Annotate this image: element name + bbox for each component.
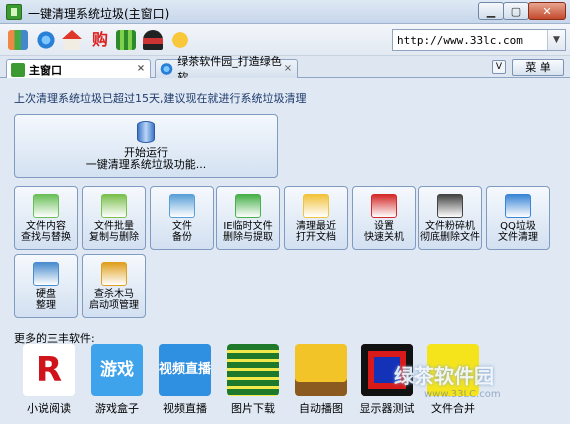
software-game-box[interactable]: 游戏 游戏盒子 bbox=[82, 344, 152, 422]
tool-button-document-copy[interactable]: 文件批量 复制与删除 bbox=[82, 186, 146, 250]
tool-label: 文件批量 bbox=[94, 221, 134, 232]
tab-bar: 主窗口 × 绿茶软件园_打造绿色软... × V 菜 单 bbox=[0, 55, 570, 84]
document-copy-icon bbox=[101, 194, 127, 218]
tool-sublabel: 删除与提取 bbox=[223, 232, 273, 243]
tool-sublabel: 整理 bbox=[36, 300, 56, 311]
main-panel: 上次清理系统垃圾已超过15天,建议现在就进行系统垃圾清理 开始运行 一键清理系统… bbox=[0, 78, 570, 424]
image-download-icon bbox=[227, 344, 279, 396]
software-label: 自动播图 bbox=[299, 402, 343, 415]
watermark-url: www.33LC.com bbox=[424, 389, 501, 400]
tool-sublabel: 启动项管理 bbox=[89, 300, 139, 311]
tool-button-harddisk[interactable]: 硬盘 整理 bbox=[14, 254, 78, 318]
tool-sublabel: 彻底删除文件 bbox=[420, 232, 480, 243]
qq-icon bbox=[505, 194, 531, 218]
tab-main-window[interactable]: 主窗口 × bbox=[6, 59, 151, 79]
window-title: 一键清理系统垃圾(主窗口) bbox=[28, 7, 170, 21]
software-novel-reader[interactable]: R 小说阅读 bbox=[14, 344, 84, 422]
ie-tab-icon bbox=[160, 62, 174, 76]
software-label: 视频直播 bbox=[163, 402, 207, 415]
start-sublabel: 一键清理系统垃圾功能... bbox=[85, 158, 207, 171]
title-bar: 一键清理系统垃圾(主窗口) ▁ ▢ ✕ bbox=[0, 0, 570, 24]
software-image-download[interactable]: 图片下载 bbox=[218, 344, 288, 422]
tool-label: 文件内容 bbox=[26, 221, 66, 232]
game-box-icon: 游戏 bbox=[91, 344, 143, 396]
tool-sublabel: 备份 bbox=[172, 232, 192, 243]
tool-button-document-search[interactable]: 文件内容 查找与替换 bbox=[14, 186, 78, 250]
url-field[interactable]: http://www.33lc.com ▼ bbox=[392, 29, 566, 51]
tool-label: 设置 bbox=[374, 221, 394, 232]
tool-label: 文件 bbox=[172, 221, 192, 232]
close-button[interactable]: ✕ bbox=[528, 2, 566, 20]
tool-sublabel: 快速关机 bbox=[364, 232, 404, 243]
database-icon bbox=[137, 121, 155, 143]
start-cleanup-button[interactable]: 开始运行 一键清理系统垃圾功能... bbox=[14, 114, 278, 178]
shield-icon bbox=[101, 262, 127, 286]
tool-button-folder[interactable]: 清理最近 打开文档 bbox=[284, 186, 348, 250]
url-text[interactable]: http://www.33lc.com bbox=[393, 34, 547, 47]
tool-sublabel: 查找与替换 bbox=[21, 232, 71, 243]
software-label: 小说阅读 bbox=[27, 402, 71, 415]
software-slideshow[interactable]: 自动播图 bbox=[286, 344, 356, 422]
tool-sublabel: 复制与删除 bbox=[89, 232, 139, 243]
tool-button-recycle[interactable]: IE临时文件 删除与提取 bbox=[216, 186, 280, 250]
menu-button[interactable]: 菜 单 bbox=[512, 59, 564, 76]
tool-label: QQ垃圾 bbox=[500, 221, 536, 232]
harddisk-icon bbox=[33, 262, 59, 286]
software-label: 游戏盒子 bbox=[95, 402, 139, 415]
folder-icon bbox=[303, 194, 329, 218]
tool-sublabel: 文件清理 bbox=[498, 232, 538, 243]
watermark-logo: 绿茶软件园 www.33LC.com bbox=[394, 360, 570, 424]
app-tab-icon bbox=[11, 62, 25, 77]
grid-icon[interactable] bbox=[8, 30, 28, 50]
document-search-icon bbox=[33, 194, 59, 218]
icon-glyph: 视频直播 bbox=[159, 362, 212, 377]
toolbar: 购 http://www.33lc.com ▼ bbox=[0, 24, 570, 56]
game-icon[interactable] bbox=[116, 30, 136, 50]
software-label: 图片下载 bbox=[231, 402, 275, 415]
dropdown-arrow-icon[interactable]: ▼ bbox=[547, 30, 565, 50]
power-icon bbox=[371, 194, 397, 218]
close-icon[interactable]: × bbox=[282, 63, 294, 75]
tool-label: 查杀木马 bbox=[94, 289, 134, 300]
shredder-icon bbox=[437, 194, 463, 218]
cleanup-notice: 上次清理系统垃圾已超过15天,建议现在就进行系统垃圾清理 bbox=[14, 92, 307, 105]
tab-label: 主窗口 bbox=[29, 63, 62, 77]
shopping-icon[interactable]: 购 bbox=[90, 30, 110, 50]
minimize-button[interactable]: ▁ bbox=[478, 2, 504, 20]
recycle-icon bbox=[235, 194, 261, 218]
tool-label: 硬盘 bbox=[36, 289, 56, 300]
slideshow-icon bbox=[295, 344, 347, 396]
tab-web-page[interactable]: 绿茶软件园_打造绿色软... × bbox=[155, 55, 298, 84]
tool-label: IE临时文件 bbox=[223, 221, 273, 232]
tool-button-backup[interactable]: 文件 备份 bbox=[150, 186, 214, 250]
tool-label: 文件粉碎机 bbox=[425, 221, 475, 232]
novel-reader-icon: R bbox=[23, 344, 75, 396]
close-icon[interactable]: × bbox=[135, 63, 147, 75]
chevron-down-icon[interactable]: V bbox=[492, 60, 506, 74]
watermark-text: 绿茶软件园 bbox=[394, 364, 494, 388]
ie-browser-icon[interactable] bbox=[36, 30, 56, 50]
tool-sublabel: 打开文档 bbox=[296, 232, 336, 243]
tool-button-shredder[interactable]: 文件粉碎机 彻底删除文件 bbox=[418, 186, 482, 250]
app-icon bbox=[6, 4, 22, 20]
backup-icon bbox=[169, 194, 195, 218]
tool-button-power[interactable]: 设置 快速关机 bbox=[352, 186, 416, 250]
dance-icon[interactable] bbox=[143, 30, 163, 50]
icon-glyph: R bbox=[35, 350, 63, 390]
maximize-button[interactable]: ▢ bbox=[503, 2, 529, 20]
chat-bubble-icon[interactable] bbox=[170, 30, 190, 50]
tool-button-shield[interactable]: 查杀木马 启动项管理 bbox=[82, 254, 146, 318]
tool-button-qq[interactable]: QQ垃圾 文件清理 bbox=[486, 186, 550, 250]
home-icon[interactable] bbox=[62, 30, 82, 50]
tool-label: 清理最近 bbox=[296, 221, 336, 232]
software-video-live[interactable]: 视频直播 视频直播 bbox=[150, 344, 220, 422]
video-live-icon: 视频直播 bbox=[159, 344, 211, 396]
icon-glyph: 游戏 bbox=[100, 360, 134, 380]
